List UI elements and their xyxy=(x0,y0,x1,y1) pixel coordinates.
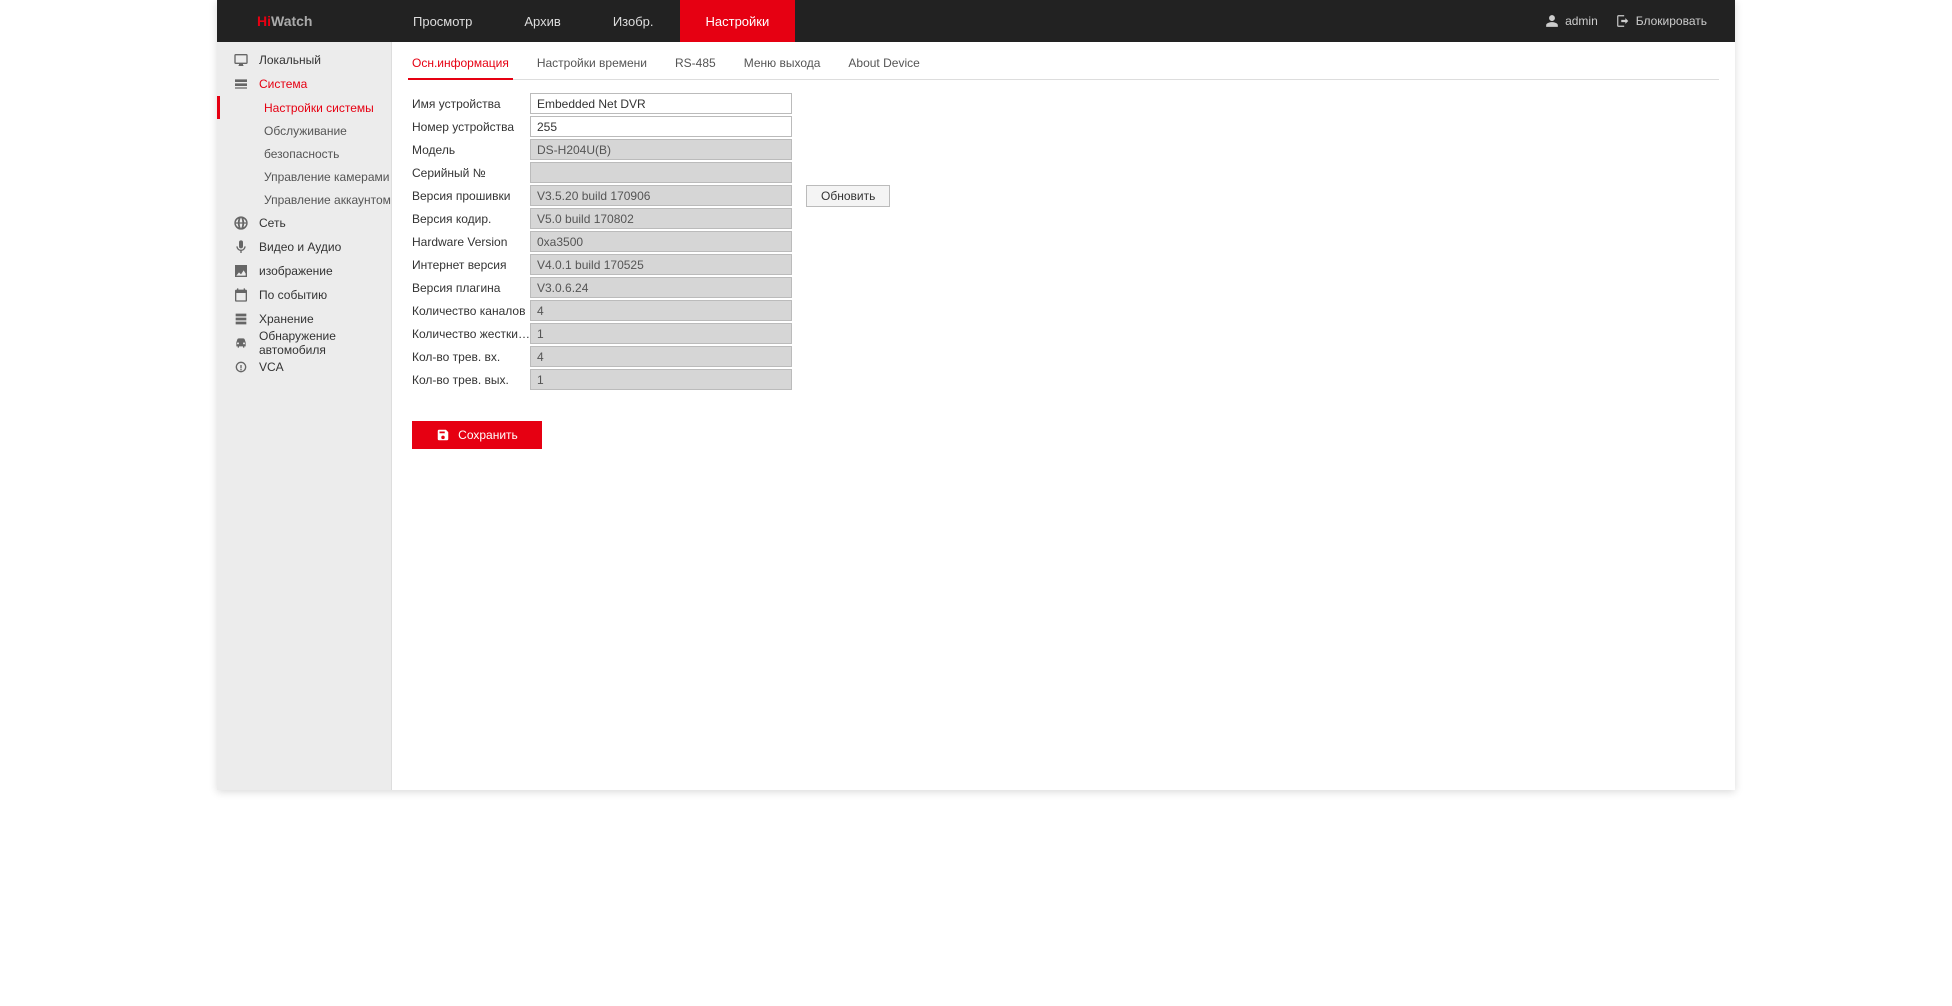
sidebar-vehicle[interactable]: Обнаружение автомобиля xyxy=(217,331,391,355)
username: admin xyxy=(1565,14,1598,28)
update-button[interactable]: Обновить xyxy=(806,185,890,207)
input-plugin xyxy=(530,277,792,298)
monitor-icon xyxy=(233,52,249,68)
sidebar-event-label: По событию xyxy=(259,288,327,302)
subtab-about[interactable]: About Device xyxy=(844,56,923,80)
topbar: HiWatch Просмотр Архив Изобр. Настройки … xyxy=(217,0,1735,42)
sidebar-image[interactable]: изображение xyxy=(217,259,391,283)
label-web: Интернет версия xyxy=(412,258,530,272)
subtab-rs485[interactable]: RS-485 xyxy=(671,56,720,80)
vca-icon xyxy=(233,359,249,375)
topnav-settings[interactable]: Настройки xyxy=(680,0,796,42)
label-hdds: Количество жестких дис... xyxy=(412,327,530,341)
topnav-preview[interactable]: Просмотр xyxy=(387,0,498,42)
brand-logo: HiWatch xyxy=(217,13,387,29)
subtabs: Осн.информация Настройки времени RS-485 … xyxy=(408,42,1719,80)
input-serial xyxy=(530,162,792,183)
sidebar: Локальный Система Настройки системы Обсл… xyxy=(217,42,392,790)
sidebar-network[interactable]: Сеть xyxy=(217,211,391,235)
calendar-icon xyxy=(233,287,249,303)
sidebar-image-label: изображение xyxy=(259,264,333,278)
sidebar-local[interactable]: Локальный xyxy=(217,48,391,72)
label-firmware: Версия прошивки xyxy=(412,189,530,203)
sidebar-storage[interactable]: Хранение xyxy=(217,307,391,331)
label-device-no: Номер устройства xyxy=(412,120,530,134)
sidebar-system-settings[interactable]: Настройки системы xyxy=(217,96,391,119)
subtab-basic-info[interactable]: Осн.информация xyxy=(408,56,513,80)
sidebar-system-label: Система xyxy=(259,77,307,91)
subtab-time-settings[interactable]: Настройки времени xyxy=(533,56,651,80)
topnav: Просмотр Архив Изобр. Настройки xyxy=(387,0,795,42)
input-alarm-out xyxy=(530,369,792,390)
brand-part2: Watch xyxy=(271,13,312,29)
globe-icon xyxy=(233,215,249,231)
sidebar-maintenance[interactable]: Обслуживание xyxy=(217,119,391,142)
topnav-archive[interactable]: Архив xyxy=(498,0,586,42)
car-icon xyxy=(233,335,249,351)
logout-button[interactable]: Блокировать xyxy=(1616,14,1707,28)
label-alarm-in: Кол-во трев. вх. xyxy=(412,350,530,364)
label-model: Модель xyxy=(412,143,530,157)
label-plugin: Версия плагина xyxy=(412,281,530,295)
input-firmware xyxy=(530,185,792,206)
input-hdds xyxy=(530,323,792,344)
user-indicator[interactable]: admin xyxy=(1545,14,1598,28)
subtab-output-menu[interactable]: Меню выхода xyxy=(740,56,825,80)
system-icon xyxy=(233,76,249,92)
brand-part1: Hi xyxy=(257,13,271,29)
topbar-right: admin Блокировать xyxy=(1545,14,1735,28)
main-content: Осн.информация Настройки времени RS-485 … xyxy=(392,42,1735,790)
sidebar-system[interactable]: Система xyxy=(217,72,391,96)
input-channels xyxy=(530,300,792,321)
storage-icon xyxy=(233,311,249,327)
input-device-name[interactable] xyxy=(530,93,792,114)
device-info-form: Имя устройства Номер устройства Модель С… xyxy=(408,92,1719,449)
sidebar-vca[interactable]: VCA xyxy=(217,355,391,379)
label-encoder: Версия кодир. xyxy=(412,212,530,226)
label-hardware: Hardware Version xyxy=(412,235,530,249)
sidebar-network-label: Сеть xyxy=(259,216,286,230)
sidebar-camera-management[interactable]: Управление камерами xyxy=(217,165,391,188)
label-device-name: Имя устройства xyxy=(412,97,530,111)
label-serial: Серийный № xyxy=(412,166,530,180)
sidebar-security[interactable]: безопасность xyxy=(217,142,391,165)
input-hardware xyxy=(530,231,792,252)
topnav-image[interactable]: Изобр. xyxy=(587,0,680,42)
save-button-label: Сохранить xyxy=(458,428,518,442)
input-encoder xyxy=(530,208,792,229)
sidebar-video-audio-label: Видео и Аудио xyxy=(259,240,341,254)
logout-icon xyxy=(1616,14,1630,28)
sidebar-event[interactable]: По событию xyxy=(217,283,391,307)
image-icon xyxy=(233,263,249,279)
sidebar-vca-label: VCA xyxy=(259,360,284,374)
sidebar-local-label: Локальный xyxy=(259,53,321,67)
mic-icon xyxy=(233,239,249,255)
input-alarm-in xyxy=(530,346,792,367)
save-button[interactable]: Сохранить xyxy=(412,421,542,449)
input-device-no[interactable] xyxy=(530,116,792,137)
sidebar-storage-label: Хранение xyxy=(259,312,314,326)
logout-label: Блокировать xyxy=(1636,14,1707,28)
save-icon xyxy=(436,428,450,442)
sidebar-vehicle-label: Обнаружение автомобиля xyxy=(259,329,391,357)
label-channels: Количество каналов xyxy=(412,304,530,318)
sidebar-account-management[interactable]: Управление аккаунтом xyxy=(217,188,391,211)
user-icon xyxy=(1545,14,1559,28)
label-alarm-out: Кол-во трев. вых. xyxy=(412,373,530,387)
sidebar-video-audio[interactable]: Видео и Аудио xyxy=(217,235,391,259)
input-web xyxy=(530,254,792,275)
input-model xyxy=(530,139,792,160)
